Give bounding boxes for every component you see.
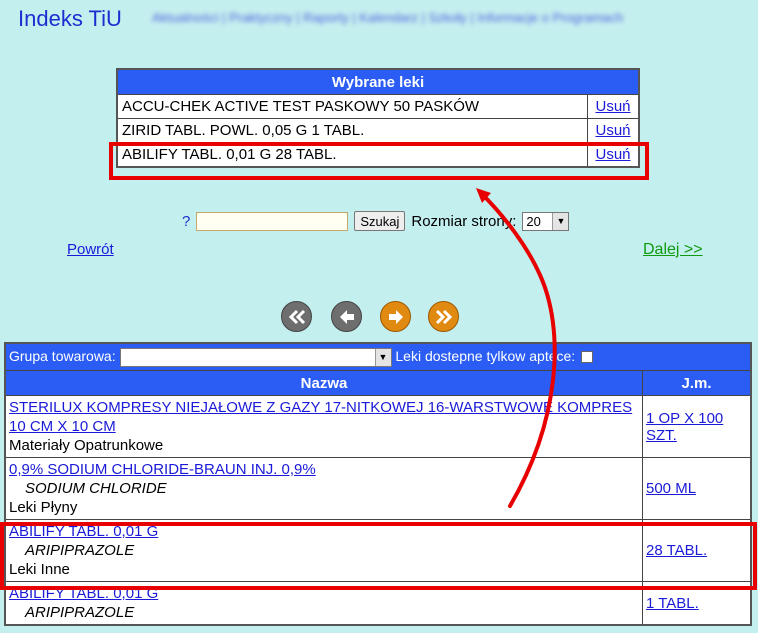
page-size-label: Rozmiar strony: bbox=[411, 212, 517, 230]
drug-unit-link[interactable]: 1 TABL. bbox=[646, 595, 699, 612]
search-bar: ? Szukaj Rozmiar strony: 20 ▼ bbox=[182, 211, 570, 231]
dropdown-arrow-icon[interactable]: ▼ bbox=[374, 348, 391, 366]
remove-link[interactable]: Usuń bbox=[595, 122, 630, 139]
drug-name-link[interactable]: ABILIFY TABL. 0,01 G bbox=[9, 585, 158, 602]
drug-unit-link[interactable]: 500 ML bbox=[646, 480, 696, 497]
remove-link[interactable]: Usuń bbox=[595, 146, 630, 163]
back-link[interactable]: Powrót bbox=[67, 241, 114, 258]
selected-drugs-table: Wybrane leki ACCU-CHEK ACTIVE TEST PASKO… bbox=[116, 68, 640, 168]
previous-page-button[interactable] bbox=[331, 301, 362, 332]
app-title: Indeks TiU bbox=[18, 6, 122, 31]
drug-group: Leki Płyny bbox=[9, 499, 78, 516]
available-only-label: Leki dostepne tylkow aptece: bbox=[395, 347, 576, 364]
column-header-name[interactable]: Nazwa bbox=[4, 370, 643, 396]
selected-drug-name: ABILIFY TABL. 0,01 G 28 TABL. bbox=[116, 142, 588, 168]
top-navigation-blurred[interactable]: Aktualności | Praktyczny | Raporty | Kal… bbox=[152, 10, 623, 25]
drug-substance: ARIPIPRAZOLE bbox=[25, 542, 135, 559]
drug-unit-link[interactable]: 28 TABL. bbox=[646, 542, 707, 559]
last-page-button[interactable] bbox=[428, 301, 459, 332]
page-size-select[interactable]: 20 ▼ bbox=[522, 211, 570, 231]
arrow-head-icon bbox=[476, 188, 491, 203]
help-mark[interactable]: ? bbox=[182, 213, 190, 230]
dropdown-arrow-icon[interactable]: ▼ bbox=[552, 212, 569, 230]
available-only-checkbox[interactable] bbox=[581, 351, 594, 363]
drug-group: Materiały Opatrunkowe bbox=[9, 437, 164, 454]
first-page-icon bbox=[281, 301, 312, 332]
selected-drug-name: ACCU-CHEK ACTIVE TEST PASKOWY 50 PASKÓW bbox=[116, 94, 588, 119]
table-row: ABILIFY TABL. 0,01 G ARIPIPRAZOLE 1 TABL… bbox=[4, 581, 752, 626]
last-page-icon bbox=[428, 301, 459, 332]
selected-drugs-title: Wybrane leki bbox=[116, 68, 640, 95]
selected-drug-name: ZIRID TABL. POWL. 0,05 G 1 TABL. bbox=[116, 118, 588, 143]
page-size-value: 20 bbox=[526, 213, 541, 229]
search-button[interactable]: Szukaj bbox=[354, 211, 406, 231]
previous-page-icon bbox=[331, 301, 362, 332]
drug-name-link[interactable]: STERILUX KOMPRESY NIEJAŁOWE Z GAZY 17-NI… bbox=[9, 399, 632, 435]
results-table: Grupa towarowa: ▼ Leki dostepne tylkow a… bbox=[4, 342, 752, 626]
table-row: ABILIFY TABL. 0,01 G ARIPIPRAZOLE Leki I… bbox=[4, 519, 752, 582]
next-page-button[interactable] bbox=[380, 301, 411, 332]
next-page-icon bbox=[380, 301, 411, 332]
selected-drug-row: ZIRID TABL. POWL. 0,05 G 1 TABL. Usuń bbox=[116, 118, 640, 143]
next-link[interactable]: Dalej >> bbox=[643, 241, 703, 259]
group-filter-label: Grupa towarowa: bbox=[9, 347, 116, 364]
first-page-button[interactable] bbox=[281, 301, 312, 332]
column-header-unit[interactable]: J.m. bbox=[642, 370, 752, 396]
group-filter-select[interactable]: ▼ bbox=[119, 347, 392, 367]
table-row: 0,9% SODIUM CHLORIDE-BRAUN INJ. 0,9% SOD… bbox=[4, 457, 752, 520]
table-row: STERILUX KOMPRESY NIEJAŁOWE Z GAZY 17-NI… bbox=[4, 395, 752, 458]
drug-substance: SODIUM CHLORIDE bbox=[25, 480, 167, 497]
selected-drug-row: ABILIFY TABL. 0,01 G 28 TABL. Usuń bbox=[116, 142, 640, 168]
remove-link[interactable]: Usuń bbox=[595, 98, 630, 115]
drug-group: Leki Inne bbox=[9, 561, 70, 578]
drug-name-link[interactable]: 0,9% SODIUM CHLORIDE-BRAUN INJ. 0,9% bbox=[9, 461, 316, 478]
selected-drug-row: ACCU-CHEK ACTIVE TEST PASKOWY 50 PASKÓW … bbox=[116, 94, 640, 119]
drug-name-link[interactable]: ABILIFY TABL. 0,01 G bbox=[9, 523, 158, 540]
search-input[interactable] bbox=[196, 211, 349, 231]
drug-unit-link[interactable]: 1 OP X 100 SZT. bbox=[646, 410, 723, 444]
drug-substance: ARIPIPRAZOLE bbox=[25, 604, 135, 621]
filter-bar: Grupa towarowa: ▼ Leki dostepne tylkow a… bbox=[4, 342, 752, 371]
